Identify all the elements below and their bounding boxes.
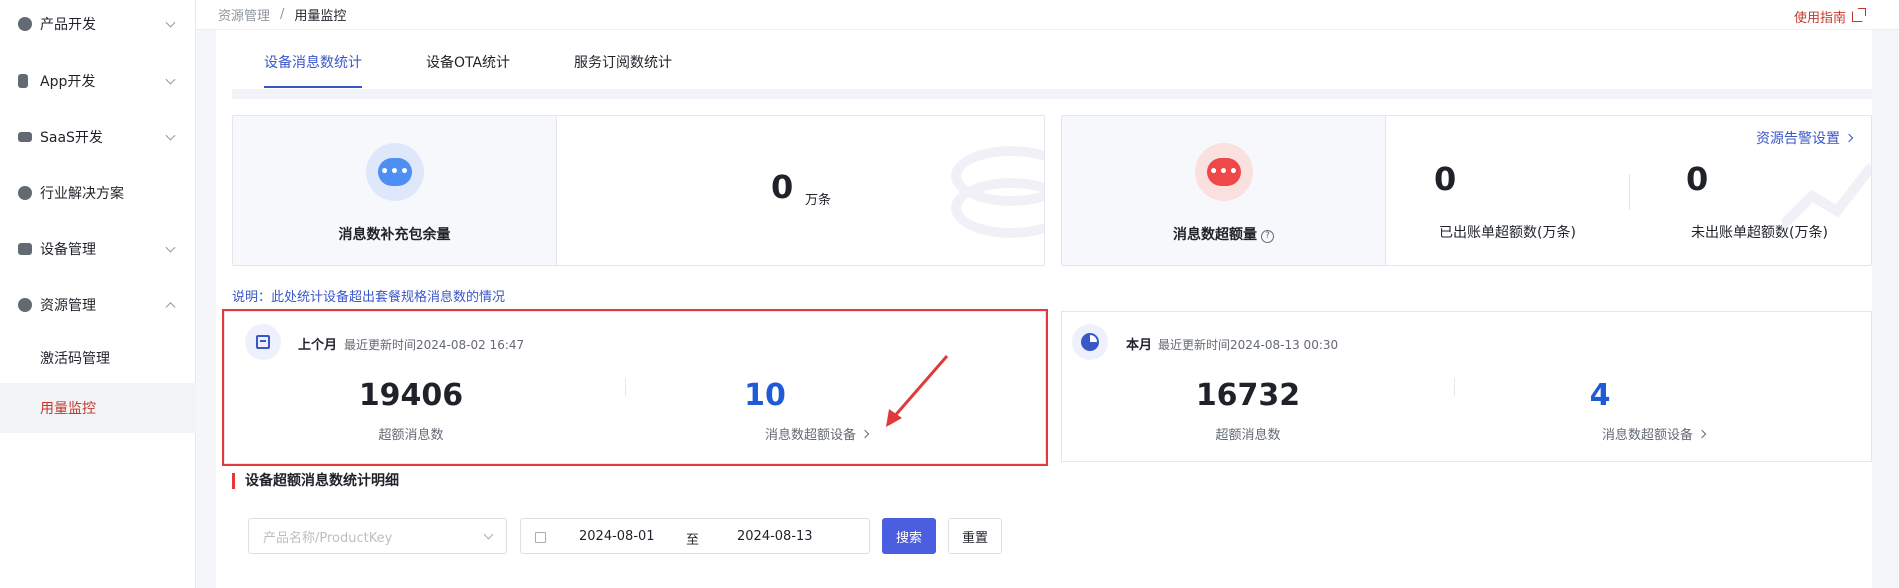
sidebar-item-label: 设备管理 — [40, 242, 96, 258]
package-balance-value: 0 — [771, 168, 794, 206]
tab-message-stats[interactable]: 设备消息数统计 — [264, 52, 362, 88]
overage-card: ••• 消息数超额量? 资源告警设置 0 已出账单超额数(万条) 0 未出账单超… — [1061, 115, 1872, 266]
package-balance-card: ••• 消息数补充包余量 0 万条 — [232, 115, 1045, 266]
sidebar-subitem-usage-monitor[interactable]: 用量监控 — [0, 383, 196, 433]
this-month-updated: 最近更新时间2024-08-13 00:30 — [1158, 338, 1339, 352]
reset-button[interactable]: 重置 — [948, 518, 1002, 554]
search-button[interactable]: 搜索 — [882, 518, 936, 554]
unbilled-overage-value: 0 — [1686, 160, 1709, 198]
chevron-right-icon — [1844, 133, 1854, 143]
highlight-annotation-box — [222, 309, 1048, 466]
trend-watermark-icon — [1782, 162, 1871, 230]
product-select[interactable]: 产品名称/ProductKey — [248, 518, 507, 554]
help-icon[interactable]: ? — [1261, 230, 1274, 243]
overage-label-row: 消息数超额量? — [1062, 224, 1385, 244]
sidebar-item-device-mgmt[interactable]: 设备管理 — [0, 227, 196, 271]
this-month-devices-link[interactable]: 消息数超额设备 — [1602, 424, 1707, 443]
this-month-devices-value: 4 — [1589, 378, 1611, 413]
message-bubble-icon: ••• — [1195, 143, 1253, 201]
sidebar-item-label: 资源管理 — [40, 298, 96, 314]
chevron-down-icon — [165, 74, 176, 85]
alert-settings-label: 资源告警设置 — [1756, 131, 1840, 147]
this-month-title: 本月 — [1126, 338, 1153, 353]
sidebar-item-label: App开发 — [40, 74, 96, 90]
solution-icon — [18, 186, 32, 200]
sidebar: 产品开发 App开发 SaaS开发 行业解决方案 设备管理 资源管理 激活码管理… — [0, 0, 196, 588]
resource-icon — [18, 298, 32, 312]
external-link-icon — [1852, 8, 1866, 22]
tab-subscription-stats[interactable]: 服务订阅数统计 — [574, 52, 672, 86]
message-bubble-icon: ••• — [366, 143, 424, 201]
billed-overage-label: 已出账单超额数(万条) — [1439, 225, 1576, 241]
this-month-excess-label: 超额消息数 — [1215, 428, 1281, 443]
divider — [1629, 174, 1630, 210]
sidebar-subitem-label: 激活码管理 — [40, 351, 110, 367]
stats-note: 说明：此处统计设备超出套餐规格消息数的情况 — [232, 290, 506, 305]
monitor-icon — [18, 132, 32, 142]
this-month-excess-value: 16732 — [1195, 378, 1301, 413]
overage-pane: ••• 消息数超额量? — [1062, 116, 1386, 265]
sidebar-item-saas-dev[interactable]: SaaS开发 — [0, 115, 196, 159]
tab-ota-stats[interactable]: 设备OTA统计 — [426, 52, 510, 86]
tab-divider-strip — [232, 89, 1872, 99]
sidebar-item-label: 产品开发 — [40, 17, 96, 33]
sidebar-item-resource-mgmt[interactable]: 资源管理 — [0, 283, 196, 327]
date-start[interactable]: 2024-08-01 — [579, 529, 655, 544]
date-range-picker[interactable]: 2024-08-01 至 2024-08-13 — [520, 518, 870, 554]
sidebar-item-product-dev[interactable]: 产品开发 — [0, 2, 196, 46]
chat-icon: ••• — [378, 158, 412, 186]
product-select-placeholder: 产品名称/ProductKey — [263, 530, 393, 546]
server-icon — [18, 243, 32, 255]
chevron-up-icon — [165, 302, 176, 313]
guide-link[interactable]: 使用指南 — [1793, 7, 1866, 26]
package-balance-unit: 万条 — [805, 193, 832, 208]
sidebar-item-app-dev[interactable]: App开发 — [0, 59, 196, 103]
chevron-right-icon — [1697, 429, 1707, 439]
overage-label: 消息数超额量 — [1173, 227, 1257, 243]
package-balance-pane: ••• 消息数补充包余量 — [233, 116, 557, 265]
date-separator: 至 — [686, 533, 700, 548]
detail-section-title: 设备超额消息数统计明细 — [232, 473, 399, 489]
date-end[interactable]: 2024-08-13 — [737, 529, 813, 544]
breadcrumb-separator: / — [280, 7, 285, 22]
guide-link-label: 使用指南 — [1793, 11, 1846, 26]
sidebar-item-solutions[interactable]: 行业解决方案 — [0, 171, 196, 215]
this-month-card: 本月 最近更新时间2024-08-13 00:30 16732 超额消息数 4 … — [1061, 311, 1872, 462]
chat-icon: ••• — [1207, 158, 1241, 186]
sidebar-subitem-activation-codes[interactable]: 激活码管理 — [0, 333, 196, 383]
divider — [1454, 378, 1455, 396]
sidebar-item-label: 行业解决方案 — [40, 186, 124, 202]
this-month-devices-label: 消息数超额设备 — [1602, 428, 1694, 443]
chevron-down-icon — [483, 529, 494, 540]
pie-icon-wrap — [1072, 324, 1108, 360]
product-icon — [18, 17, 32, 31]
phone-icon — [18, 74, 28, 88]
breadcrumb: 资源管理 / 用量监控 使用指南 — [196, 0, 1899, 30]
chevron-down-icon — [165, 130, 176, 141]
calendar-icon — [535, 532, 546, 543]
breadcrumb-current: 用量监控 — [294, 9, 347, 24]
chevron-down-icon — [165, 242, 176, 253]
pie-chart-icon — [1081, 333, 1099, 351]
sidebar-subitem-label: 用量监控 — [40, 401, 96, 417]
billed-overage-value: 0 — [1434, 160, 1457, 198]
package-balance-label: 消息数补充包余量 — [338, 227, 451, 243]
breadcrumb-parent[interactable]: 资源管理 — [218, 5, 270, 24]
sidebar-item-label: SaaS开发 — [40, 130, 103, 146]
alert-settings-link[interactable]: 资源告警设置 — [1756, 128, 1854, 148]
chevron-down-icon — [165, 17, 176, 28]
